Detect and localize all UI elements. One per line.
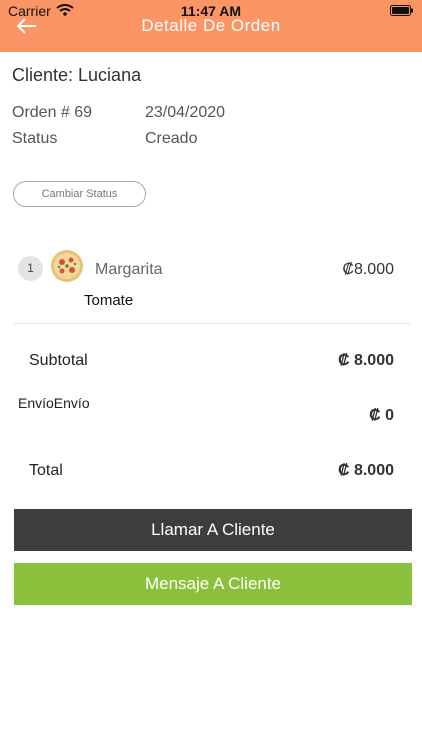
order-number: Orden # 69 (12, 104, 93, 121)
subtotal-value: ₡ 8.000 (337, 352, 394, 369)
item-quantity-badge: 1 (18, 256, 43, 281)
pizza-icon (51, 250, 83, 282)
shipping-label: EnvíoEnvío (18, 395, 90, 411)
client-name: Cliente: Luciana (12, 65, 142, 85)
total-value: ₡ 8.000 (337, 462, 394, 479)
header-bar: Carrier 11:47 AM Detalle De Orden (0, 0, 422, 52)
subtotal-label: Subtotal (29, 352, 88, 369)
item-price: ₡8.000 (342, 261, 394, 278)
item-name: Margarita (95, 261, 163, 278)
change-status-button[interactable]: Cambiar Status (13, 181, 146, 207)
battery-icon (390, 5, 413, 16)
status-value: Creado (145, 130, 198, 147)
shipping-value: ₡ 0 (369, 407, 394, 424)
divider (14, 323, 410, 324)
page-title: Detalle De Orden (141, 16, 281, 35)
message-client-button[interactable]: Mensaje A Cliente (14, 563, 412, 605)
status-label: Status (12, 130, 58, 147)
item-topping: Tomate (84, 292, 134, 309)
total-label: Total (29, 462, 63, 479)
order-date: 23/04/2020 (145, 104, 226, 121)
order-detail-screen: Carrier 11:47 AM Detalle De Orden Client… (0, 0, 422, 750)
call-client-button[interactable]: Llamar A Cliente (14, 509, 412, 551)
